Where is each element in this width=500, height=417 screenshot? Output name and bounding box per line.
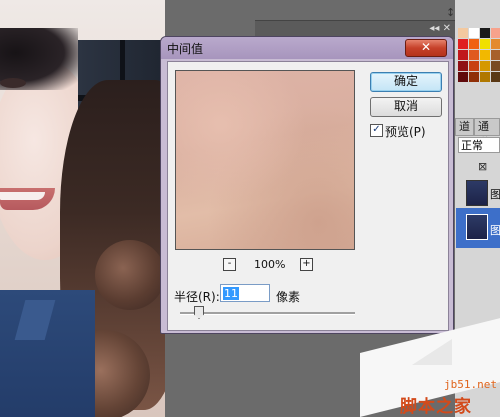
layer-name: 图: [490, 224, 500, 237]
dialog-title: 中间值: [167, 42, 204, 56]
swatch[interactable]: [458, 28, 468, 38]
swatch[interactable]: [469, 61, 479, 71]
swatch[interactable]: [480, 39, 490, 49]
swatch[interactable]: [469, 39, 479, 49]
layer-name: 图: [490, 188, 500, 201]
photo-teeth: [0, 192, 45, 200]
swatch[interactable]: [480, 28, 490, 38]
background-photo: [0, 0, 165, 417]
preview-checkbox-label[interactable]: 预览(P): [385, 123, 426, 140]
close-button[interactable]: ✕: [405, 39, 447, 57]
radius-unit-label: 像素: [276, 290, 301, 304]
zoom-level: 100%: [254, 258, 286, 271]
swatch[interactable]: [469, 28, 479, 38]
lock-icon[interactable]: ⊠: [478, 160, 487, 173]
photo-eye: [0, 78, 26, 88]
blend-mode-select[interactable]: 正常: [458, 137, 500, 153]
dialog-body: - 100% + 确定 取消 ✓ 预览(P) 半径(R): 11 像素: [167, 61, 449, 331]
radius-value: 11: [223, 287, 239, 300]
watermark-url: jb51.net: [444, 378, 497, 391]
zoom-in-button[interactable]: +: [300, 258, 313, 271]
panel-collapse-close-controls[interactable]: ◂◂ ✕: [429, 23, 451, 34]
dialog-titlebar[interactable]: 中间值 ✕: [161, 37, 453, 59]
swatch[interactable]: [469, 72, 479, 82]
swatch[interactable]: [491, 72, 500, 82]
swatch[interactable]: [458, 61, 468, 71]
radius-slider-track[interactable]: [180, 312, 355, 315]
swatch[interactable]: [480, 50, 490, 60]
swatch[interactable]: [469, 50, 479, 60]
watermark-fold-shape: [412, 339, 452, 365]
layer-thumbnail[interactable]: [466, 214, 488, 240]
swatch[interactable]: [458, 50, 468, 60]
layer-thumbnail[interactable]: [466, 180, 488, 206]
radius-label: 半径(R):: [174, 290, 220, 304]
cancel-button[interactable]: 取消: [370, 97, 442, 117]
ok-button[interactable]: 确定: [370, 72, 442, 92]
median-filter-dialog: 中间值 ✕ - 100% + 确定 取消 ✓ 预览(P) 半径(R): 11 像…: [160, 36, 454, 334]
swatch[interactable]: [458, 72, 468, 82]
filter-preview-image[interactable]: [175, 70, 355, 250]
swatch[interactable]: [480, 61, 490, 71]
swatch[interactable]: [491, 39, 500, 49]
watermark-site-name: 脚本之家: [400, 397, 472, 417]
radius-slider-thumb[interactable]: [194, 306, 204, 319]
swatch[interactable]: [491, 50, 500, 60]
tool-icon[interactable]: ↕: [446, 6, 455, 19]
zoom-out-button[interactable]: -: [223, 258, 236, 271]
swatches-panel: [458, 28, 500, 92]
photo-hair-curl: [95, 240, 165, 310]
swatch[interactable]: [480, 72, 490, 82]
tab-paths[interactable]: 道: [455, 118, 474, 136]
preview-checkbox[interactable]: ✓: [370, 124, 383, 137]
swatch[interactable]: [491, 61, 500, 71]
radius-input[interactable]: 11: [220, 284, 270, 302]
swatch[interactable]: [458, 39, 468, 49]
tab-channels[interactable]: 通道: [474, 118, 500, 149]
swatch[interactable]: [491, 28, 500, 38]
